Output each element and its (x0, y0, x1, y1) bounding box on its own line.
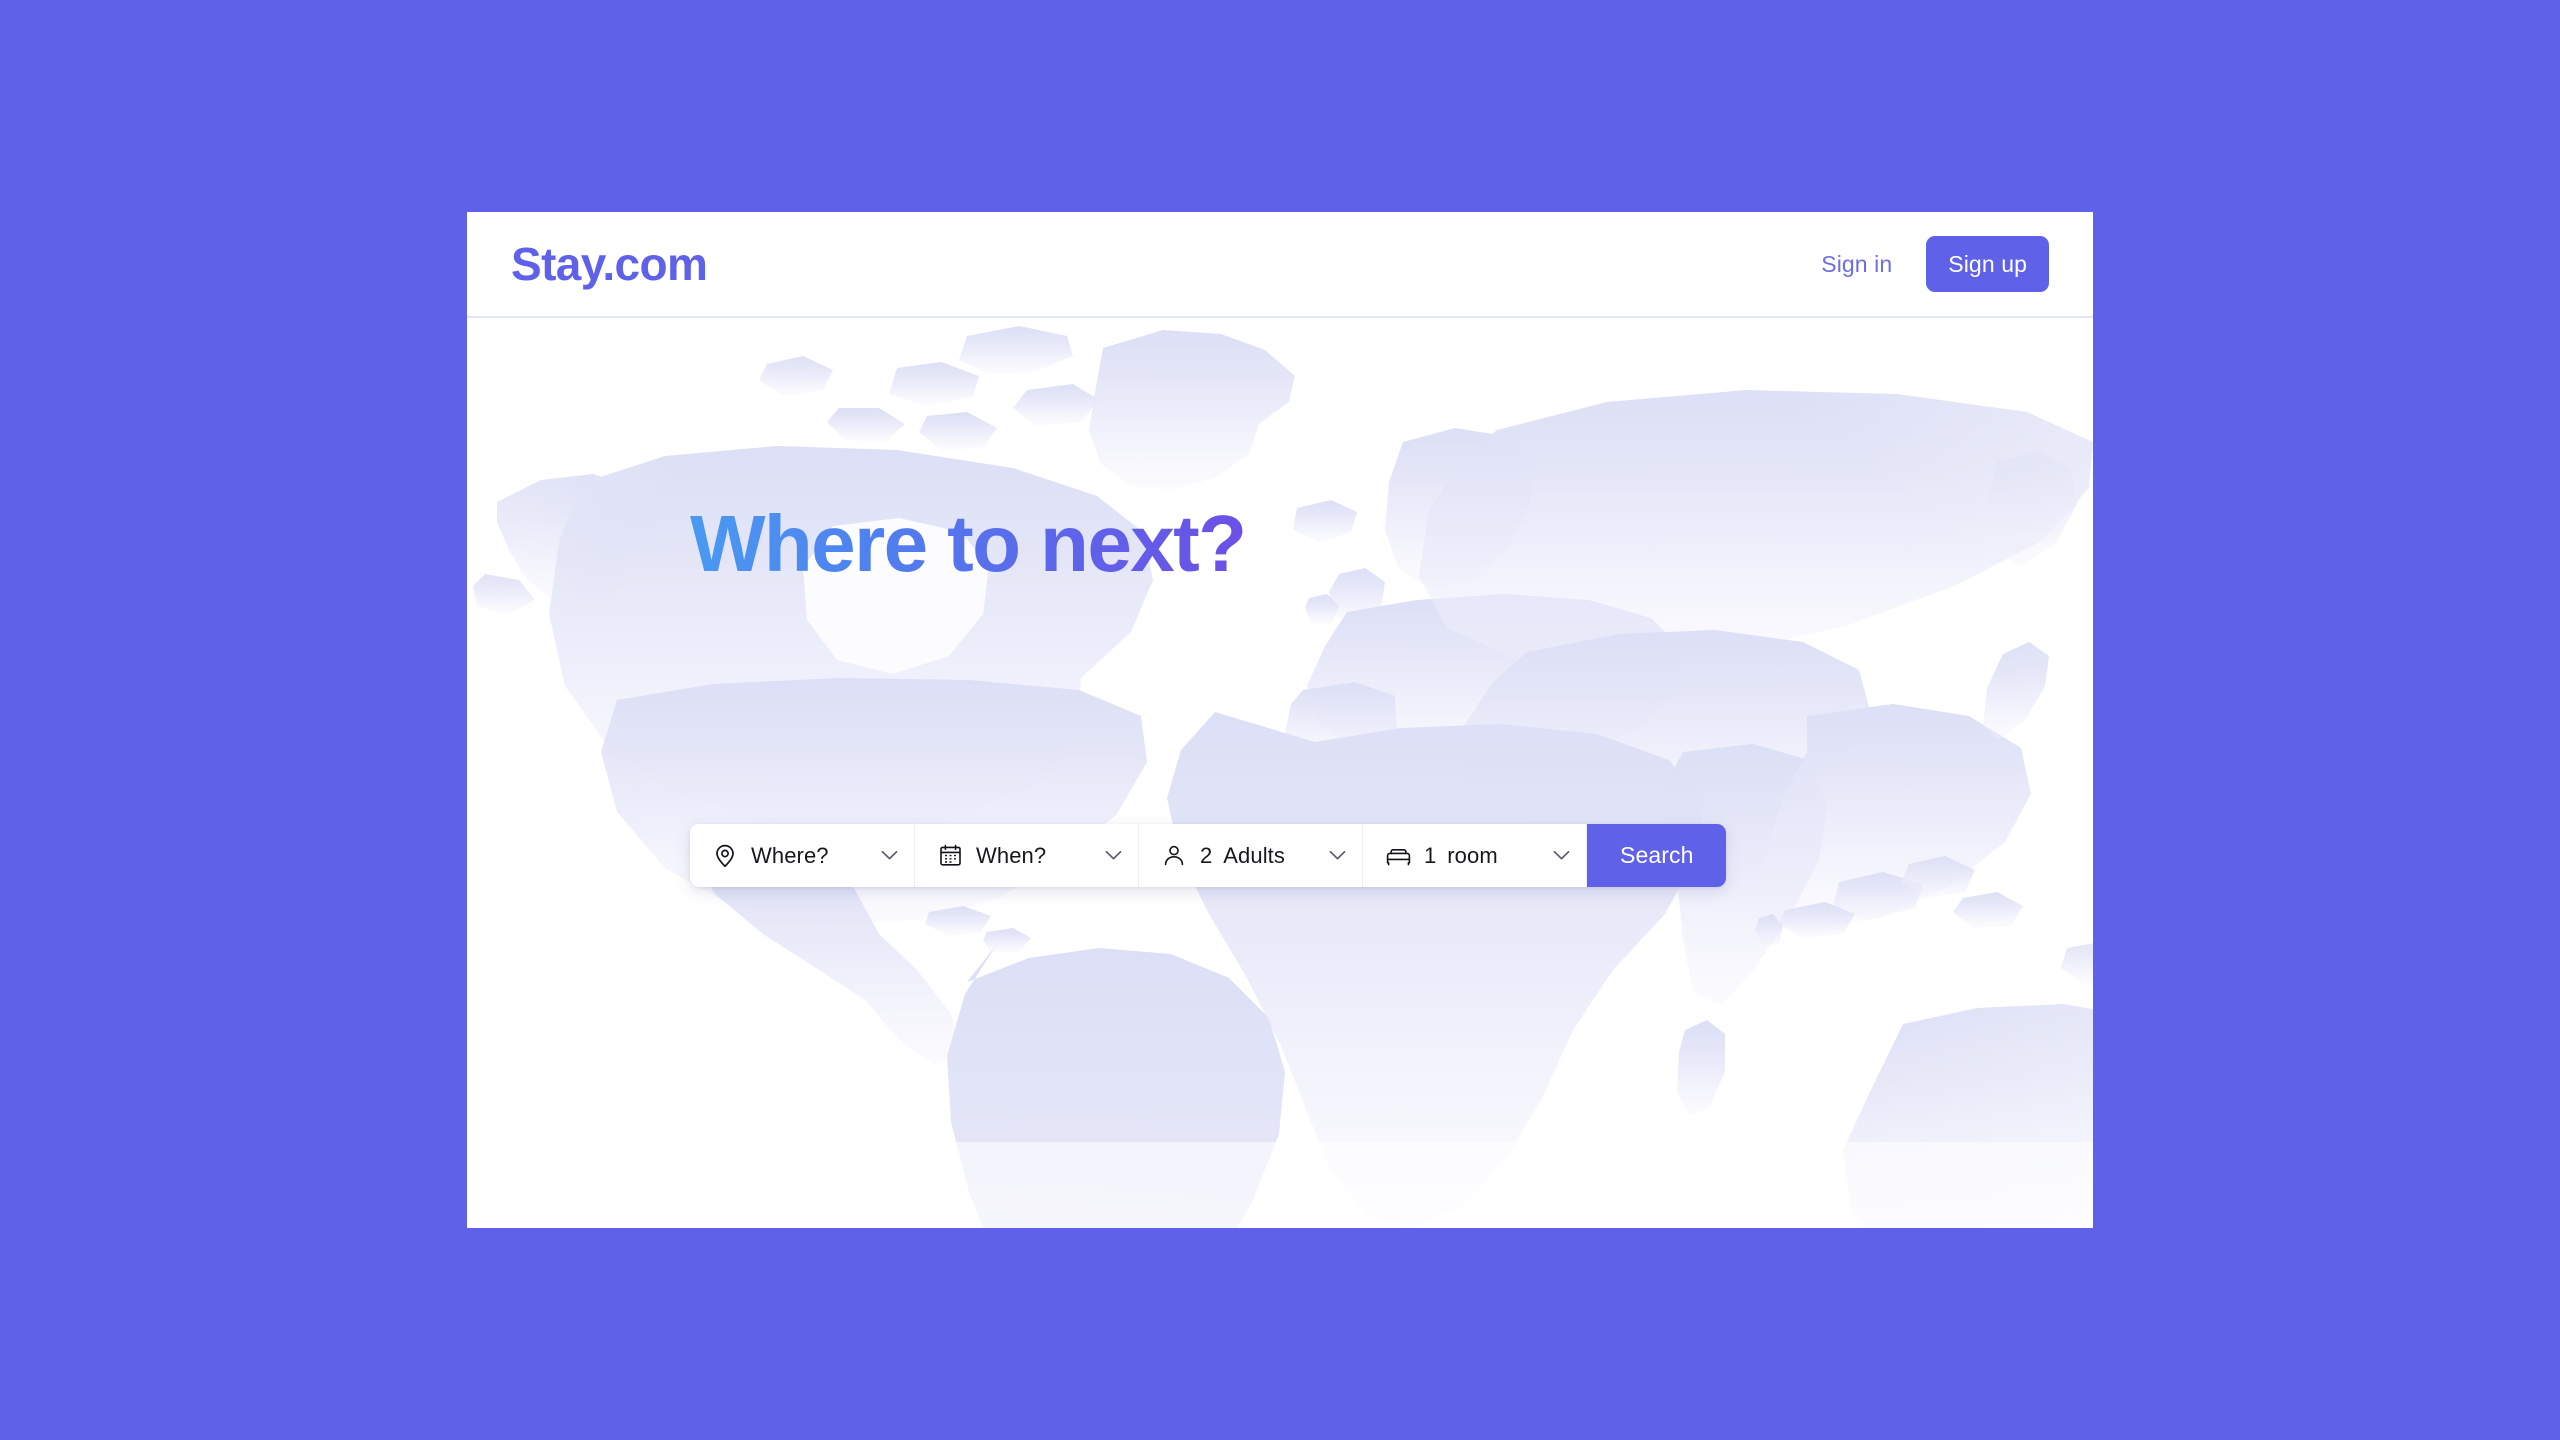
calendar-icon (937, 843, 963, 869)
bed-icon (1385, 843, 1411, 869)
search-field-where[interactable]: Where? (690, 824, 915, 887)
search-field-guests-label: Adults (1223, 842, 1285, 868)
chevron-down-icon[interactable] (1525, 850, 1570, 861)
chevron-down-icon[interactable] (1077, 850, 1122, 861)
search-field-where-label: Where? (751, 842, 829, 868)
chevron-down-icon[interactable] (853, 850, 898, 861)
search-submit-button[interactable]: Search (1587, 824, 1727, 887)
browser-card: Stay.com Sign in Sign up Where to next? … (467, 212, 2093, 1228)
page-title: Where to next? (690, 499, 1247, 588)
search-field-guests[interactable]: 2 Adults (1139, 824, 1363, 887)
hero-content: Where to next? Where? When? 2 Adults 1 r… (690, 318, 1890, 1228)
search-field-guests-count: 2 (1200, 842, 1213, 868)
search-field-when-label: When? (976, 842, 1047, 868)
search-field-when[interactable]: When? (915, 824, 1139, 887)
page-background: Stay.com Sign in Sign up Where to next? … (0, 0, 2560, 1440)
chevron-down-icon[interactable] (1301, 850, 1346, 861)
header-actions: Sign in Sign up (1821, 236, 2049, 292)
search-field-rooms-label: room (1447, 842, 1498, 868)
person-icon (1161, 843, 1187, 869)
search-field-rooms-count: 1 (1424, 842, 1437, 868)
search-bar: Where? When? 2 Adults 1 room Search (690, 824, 1727, 887)
sign-in-link[interactable]: Sign in (1821, 251, 1892, 278)
hero-section: Where to next? Where? When? 2 Adults 1 r… (467, 318, 2093, 1228)
sign-up-button[interactable]: Sign up (1926, 236, 2049, 292)
site-logo[interactable]: Stay.com (511, 241, 708, 287)
search-field-rooms[interactable]: 1 room (1363, 824, 1587, 887)
map-pin-icon (712, 843, 738, 869)
site-header: Stay.com Sign in Sign up (467, 212, 2093, 318)
